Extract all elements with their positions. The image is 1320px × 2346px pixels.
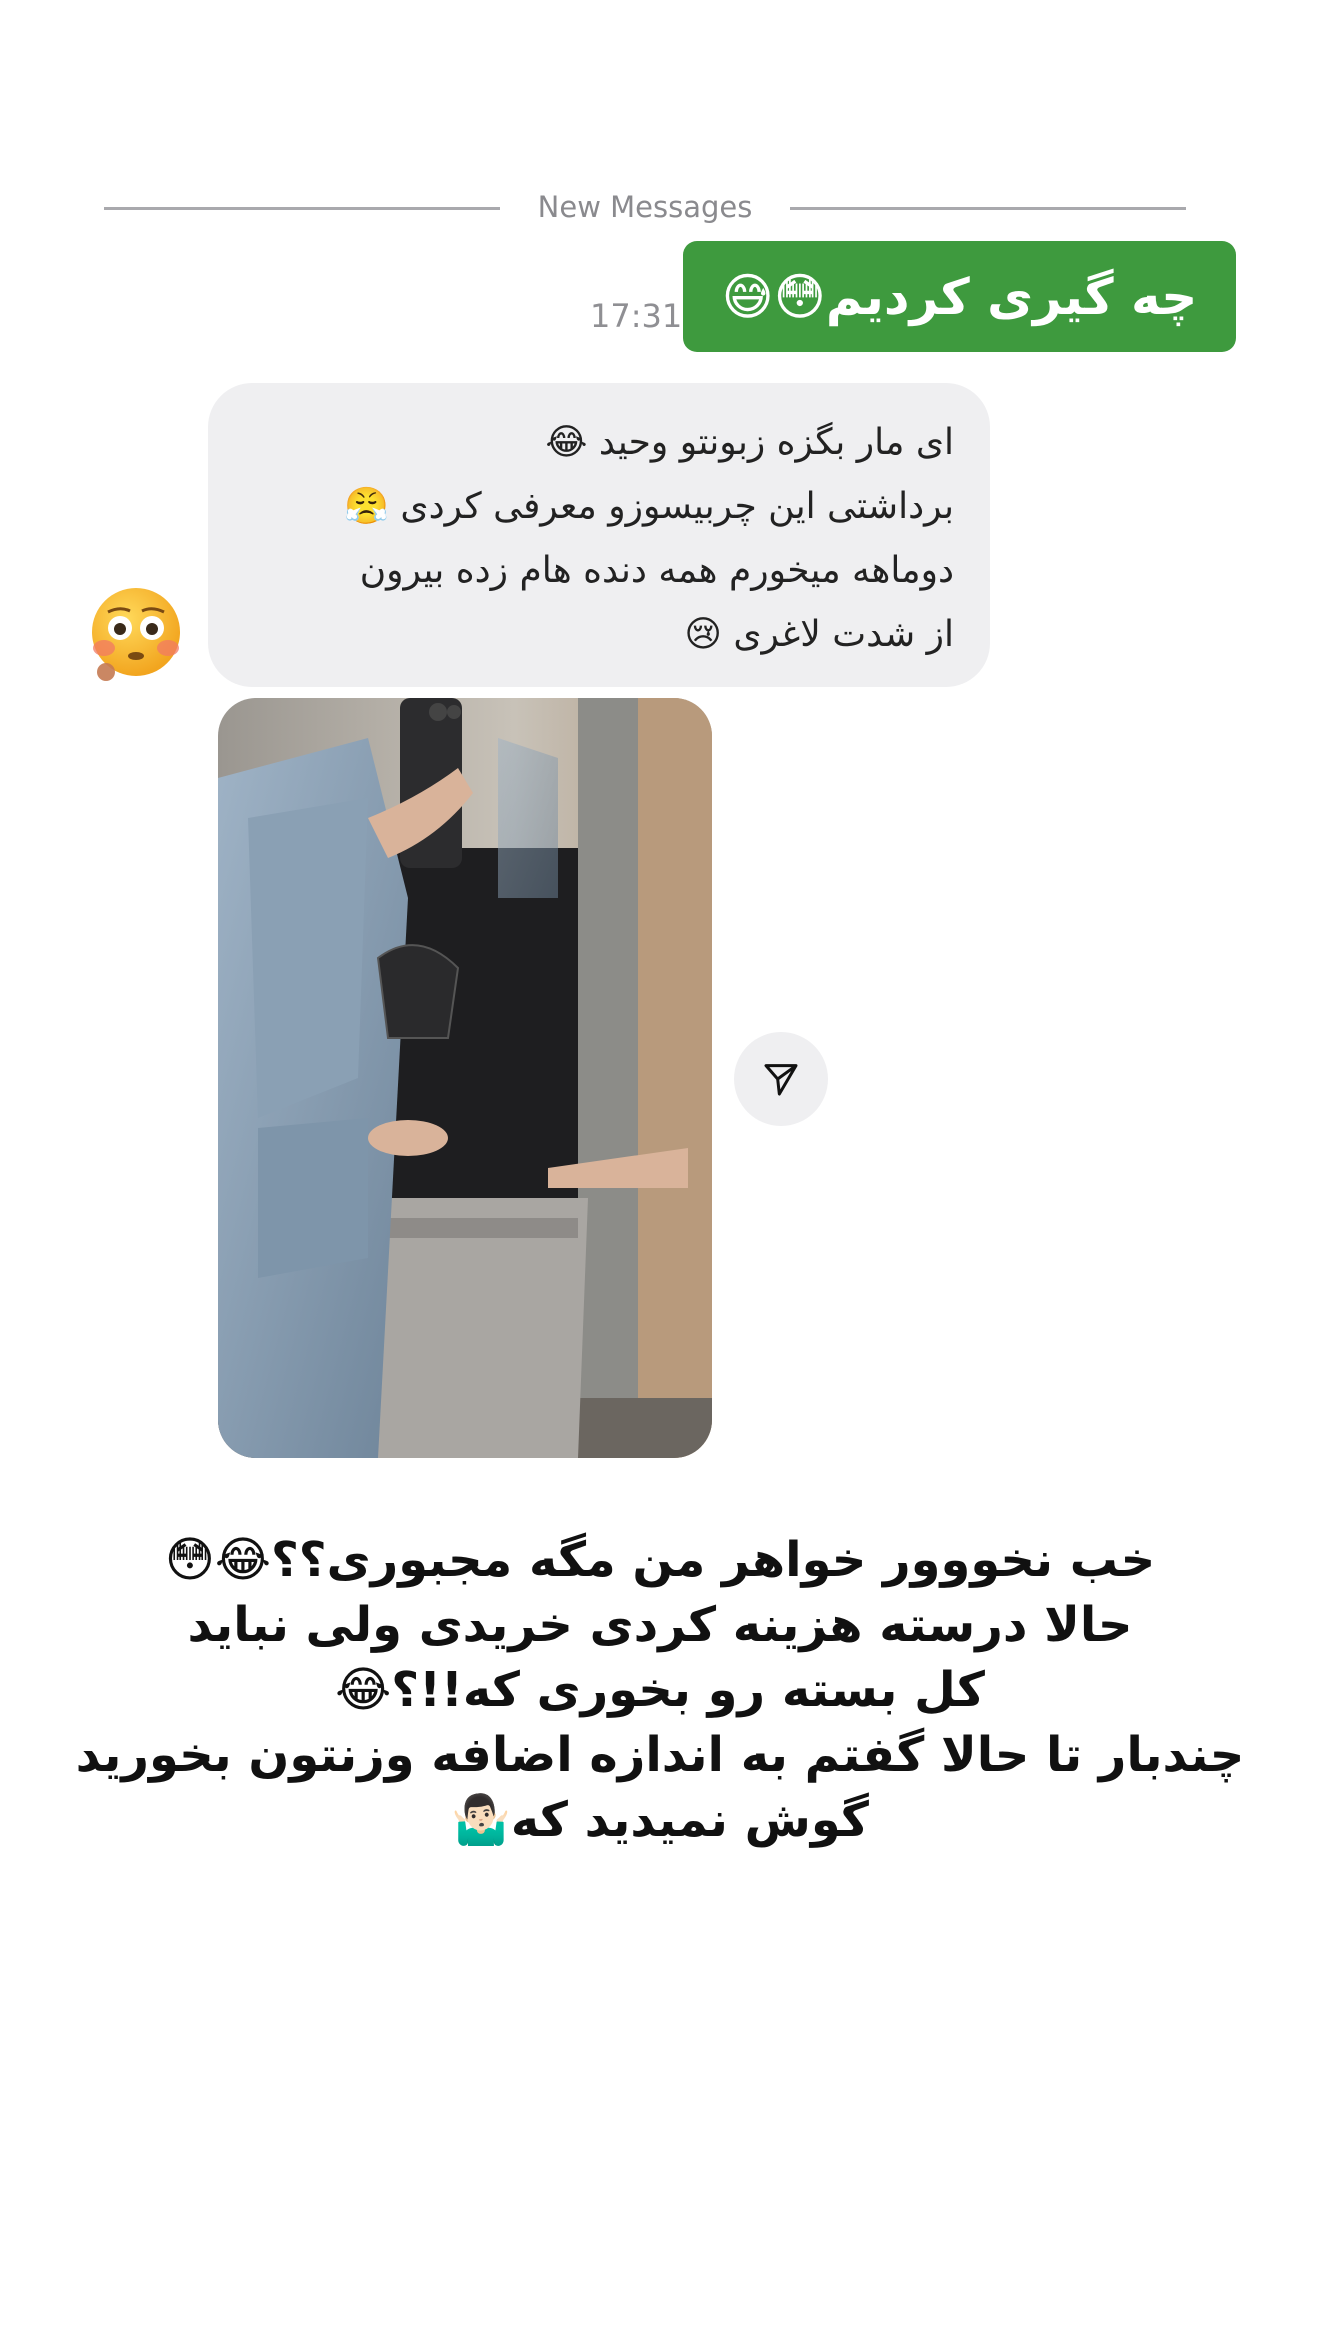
caption-line: چندبار تا حالا گفتم به اندازه اضافه وزنت… xyxy=(75,1727,1245,1783)
sender-avatar[interactable] xyxy=(90,586,182,682)
sent-message-bubble[interactable]: چه گیری کردیم😳😅 xyxy=(683,241,1236,352)
caption-line: گوش نمیدید که🤷🏻‍♂️ xyxy=(451,1792,869,1848)
caption-line: کل بسته رو بخوری که!!؟😂 xyxy=(335,1662,985,1718)
received-message-line: دوماهه میخورم همه دنده هام زده بیرون xyxy=(359,550,954,591)
sent-message-text: چه گیری کردیم😳😅 xyxy=(721,267,1198,326)
story-caption: خب نخووور خواهر من مگه مجبوری؟؟😂😳 حالا د… xyxy=(40,1528,1280,1853)
received-message-line: از شدت لاغری 😢 xyxy=(684,614,954,655)
received-message-bubble[interactable]: ای مار بگزه زبونتو وحید 😂 برداشتی این چر… xyxy=(208,383,990,687)
received-message-line: برداشتی این چربیسوزو معرفی کردی 😤 xyxy=(344,486,954,527)
caption-line: خب نخووور خواهر من مگه مجبوری؟؟😂😳 xyxy=(164,1532,1156,1588)
paper-plane-icon xyxy=(764,1064,798,1096)
received-message-line: ای مار بگزه زبونتو وحید 😂 xyxy=(545,422,954,463)
flushed-face-icon xyxy=(92,588,180,681)
message-timestamp: 17:31 xyxy=(590,297,683,335)
new-messages-divider: New Messages xyxy=(104,188,1186,228)
shared-post-image[interactable] xyxy=(218,698,712,1458)
share-post-button[interactable] xyxy=(734,1032,828,1126)
caption-line: حالا درسته هزینه کردی خریدی ولی نباید xyxy=(187,1597,1133,1653)
mirror-selfie-photo xyxy=(218,698,712,1458)
divider-line-right xyxy=(790,207,1186,210)
